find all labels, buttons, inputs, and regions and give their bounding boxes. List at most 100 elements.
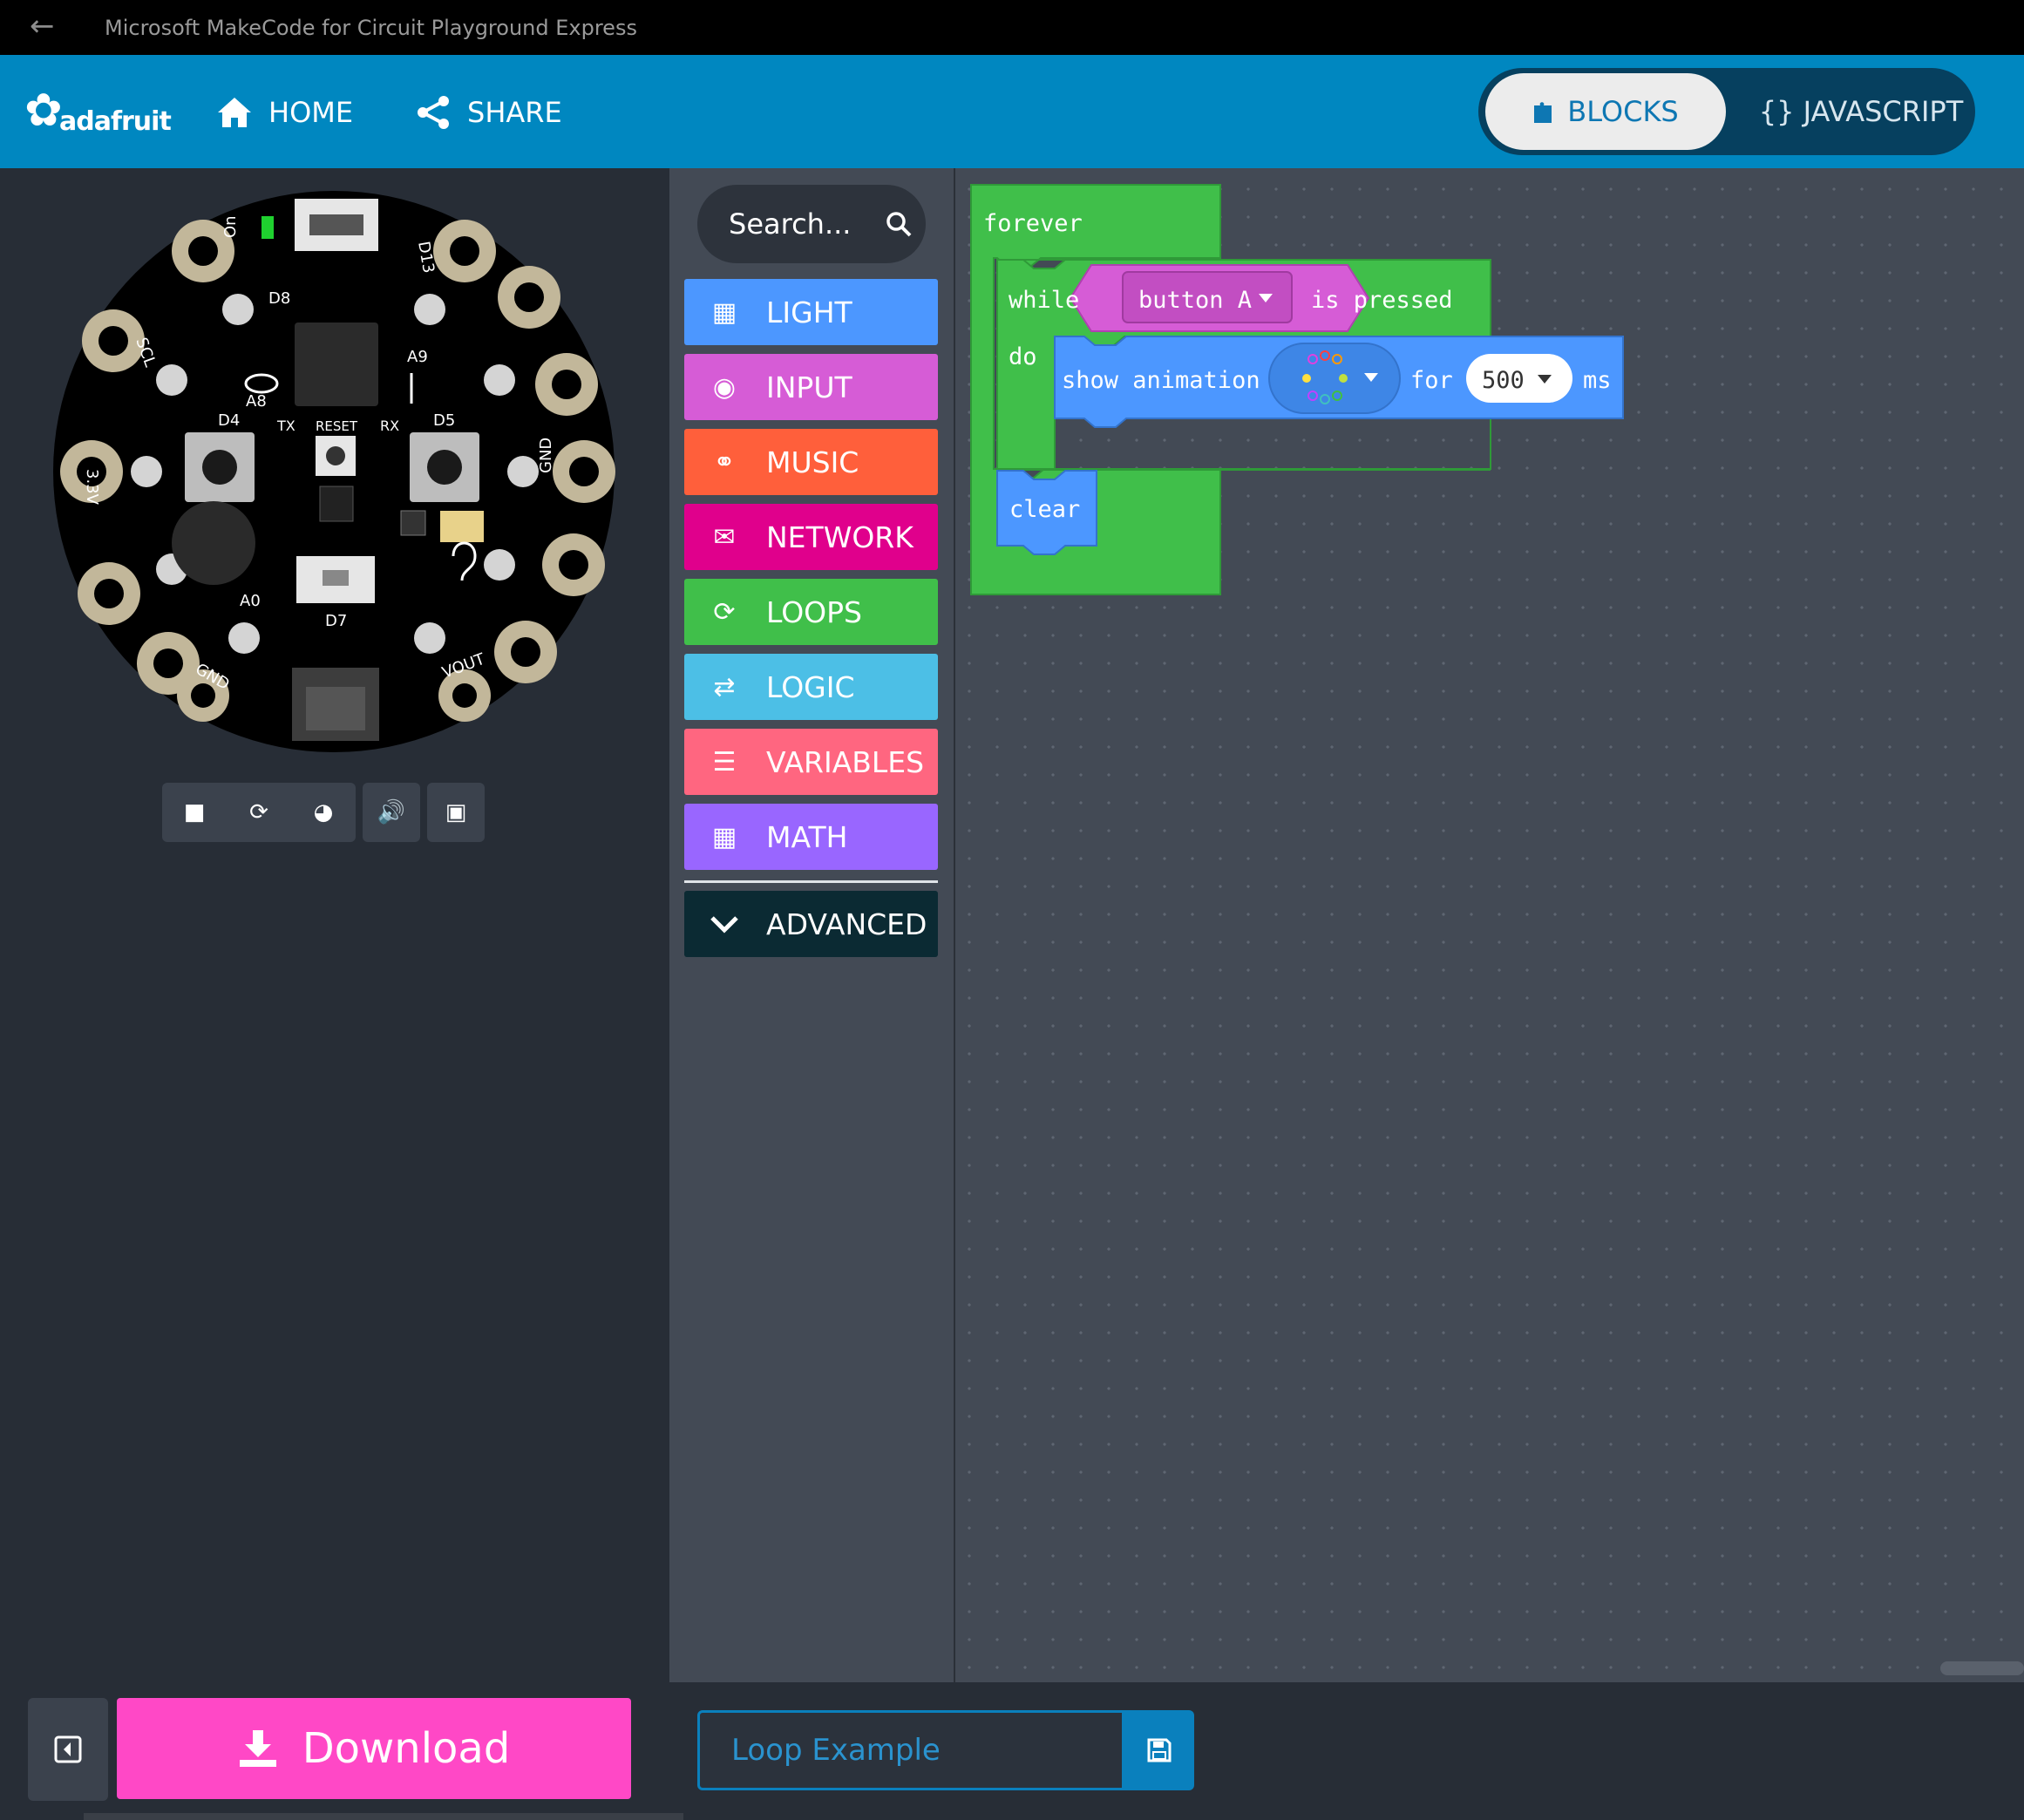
label-d7: D7 xyxy=(325,612,347,630)
label-d8: D8 xyxy=(268,289,290,308)
target-icon: ◉ xyxy=(712,371,737,403)
category-logic[interactable]: ⇄ LOGIC xyxy=(684,654,938,720)
collapse-simulator-button[interactable] xyxy=(28,1698,108,1801)
label-a8: A8 xyxy=(246,392,267,411)
label-a9: A9 xyxy=(407,348,428,366)
project-name-input[interactable]: Loop Example xyxy=(697,1710,1124,1790)
slow-motion-button[interactable]: ◕ xyxy=(291,783,356,842)
category-divider xyxy=(684,880,938,883)
category-light[interactable]: ▦ LIGHT xyxy=(684,279,938,345)
logo-text: adafruit xyxy=(59,106,172,137)
restart-button[interactable]: ⟳ xyxy=(227,783,291,842)
workspace-scrollbar[interactable] xyxy=(1940,1661,2024,1675)
category-loops[interactable]: ⟳ LOOPS xyxy=(684,579,938,645)
mute-button[interactable]: 🔊 xyxy=(363,783,420,842)
share-icon xyxy=(418,96,449,129)
animation-dropdown xyxy=(1268,343,1401,414)
javascript-label: {} JAVASCRIPT xyxy=(1758,95,1964,128)
stop-button[interactable]: ■ xyxy=(162,783,227,842)
tab-javascript[interactable]: {} JAVASCRIPT xyxy=(1752,73,1970,150)
microcontroller xyxy=(295,323,378,406)
label-tx: TX xyxy=(276,418,295,434)
download-label: Download xyxy=(302,1724,511,1773)
back-arrow-icon[interactable]: ← xyxy=(30,9,55,44)
stop-icon: ■ xyxy=(183,799,206,825)
project-name-value: Loop Example xyxy=(731,1733,941,1768)
on-led xyxy=(261,216,274,239)
adafruit-logo[interactable]: ✿ adafruit xyxy=(24,87,173,139)
category-network[interactable]: ✉ NETWORK xyxy=(684,504,938,570)
forever-label: forever xyxy=(983,210,1083,237)
download-icon xyxy=(239,1730,276,1767)
share-button[interactable]: SHARE xyxy=(415,92,562,133)
save-button[interactable] xyxy=(1124,1710,1194,1790)
save-icon xyxy=(1147,1738,1172,1762)
category-label: VARIABLES xyxy=(766,744,925,779)
button-dropdown-label[interactable]: button A xyxy=(1138,286,1252,316)
download-button[interactable]: Download xyxy=(117,1698,631,1799)
share-label: SHARE xyxy=(467,96,562,129)
chat-icon: ✉ xyxy=(713,521,736,553)
grid-icon: ▦ xyxy=(711,296,737,328)
category-label: MATH xyxy=(766,819,848,854)
category-label: LOOPS xyxy=(766,594,863,629)
shuffle-icon: ⇄ xyxy=(713,671,736,703)
for-label: for xyxy=(1410,367,1453,394)
category-label: LOGIC xyxy=(766,669,855,704)
label-d4: D4 xyxy=(218,411,240,430)
window-title: Microsoft MakeCode for Circuit Playgroun… xyxy=(105,16,637,40)
do-label: do xyxy=(1009,343,1037,370)
category-music[interactable]: ⚭ MUSIC xyxy=(684,429,938,495)
advanced-label: ADVANCED xyxy=(766,907,927,941)
label-3v3: 3.3V xyxy=(83,469,101,506)
ms-label: ms xyxy=(1583,367,1612,394)
category-advanced[interactable]: ADVANCED xyxy=(684,891,938,957)
chevron-down-icon xyxy=(705,914,744,934)
list-icon: ☰ xyxy=(712,746,737,778)
search-input[interactable]: Search... xyxy=(697,185,926,263)
speaker xyxy=(172,501,255,585)
accelerometer xyxy=(319,486,354,522)
category-math[interactable]: ▦ MATH xyxy=(684,804,938,870)
is-pressed-label: is pressed xyxy=(1311,287,1453,314)
label-rx: RX xyxy=(380,418,399,434)
fullscreen-icon: ▣ xyxy=(445,799,467,825)
home-label: HOME xyxy=(268,96,354,129)
category-label: LIGHT xyxy=(766,295,852,329)
simulator-controls: ■ ⟳ ◕ 🔊 ▣ xyxy=(162,783,485,842)
clear-label: clear xyxy=(1009,496,1081,523)
home-icon xyxy=(218,98,251,127)
home-button[interactable]: HOME xyxy=(216,92,353,133)
light-sensor xyxy=(440,511,484,542)
headphones-icon: ⚭ xyxy=(713,446,736,478)
label-a0: A0 xyxy=(240,592,261,610)
label-on: On xyxy=(221,215,240,238)
category-label: NETWORK xyxy=(766,520,914,554)
refresh-icon: ⟳ xyxy=(249,799,268,825)
while-label: while xyxy=(1009,287,1080,314)
sim-control-group: ■ ⟳ ◕ xyxy=(162,783,356,842)
collapse-icon xyxy=(54,1735,82,1763)
show-animation-label: show animation xyxy=(1062,367,1260,394)
snail-icon: ◕ xyxy=(313,799,334,825)
calculator-icon: ▦ xyxy=(711,821,737,852)
label-d5: D5 xyxy=(433,411,455,430)
refresh-icon: ⟳ xyxy=(713,596,736,628)
speaker-icon: 🔊 xyxy=(377,799,406,825)
puzzle-icon xyxy=(1534,102,1552,123)
duration-value[interactable]: 500 xyxy=(1482,366,1525,396)
category-variables[interactable]: ☰ VARIABLES xyxy=(684,729,938,795)
footer-divider xyxy=(84,1813,683,1820)
category-label: MUSIC xyxy=(766,445,859,479)
search-placeholder: Search... xyxy=(729,207,852,241)
label-gnd-right: GND xyxy=(537,438,555,473)
label-reset: RESET xyxy=(316,418,358,434)
tab-blocks[interactable]: BLOCKS xyxy=(1485,73,1726,150)
flower-icon: ✿ xyxy=(24,85,63,137)
category-input[interactable]: ◉ INPUT xyxy=(684,354,938,420)
category-label: INPUT xyxy=(766,370,852,404)
search-icon xyxy=(886,212,912,237)
circuit-playground-simulator[interactable]: D8 A9 A8 D4 TX RESET RX D5 A0 D7 SCL 3.3… xyxy=(52,190,615,753)
fullscreen-button[interactable]: ▣ xyxy=(427,783,485,842)
blocks-label: BLOCKS xyxy=(1567,95,1679,128)
